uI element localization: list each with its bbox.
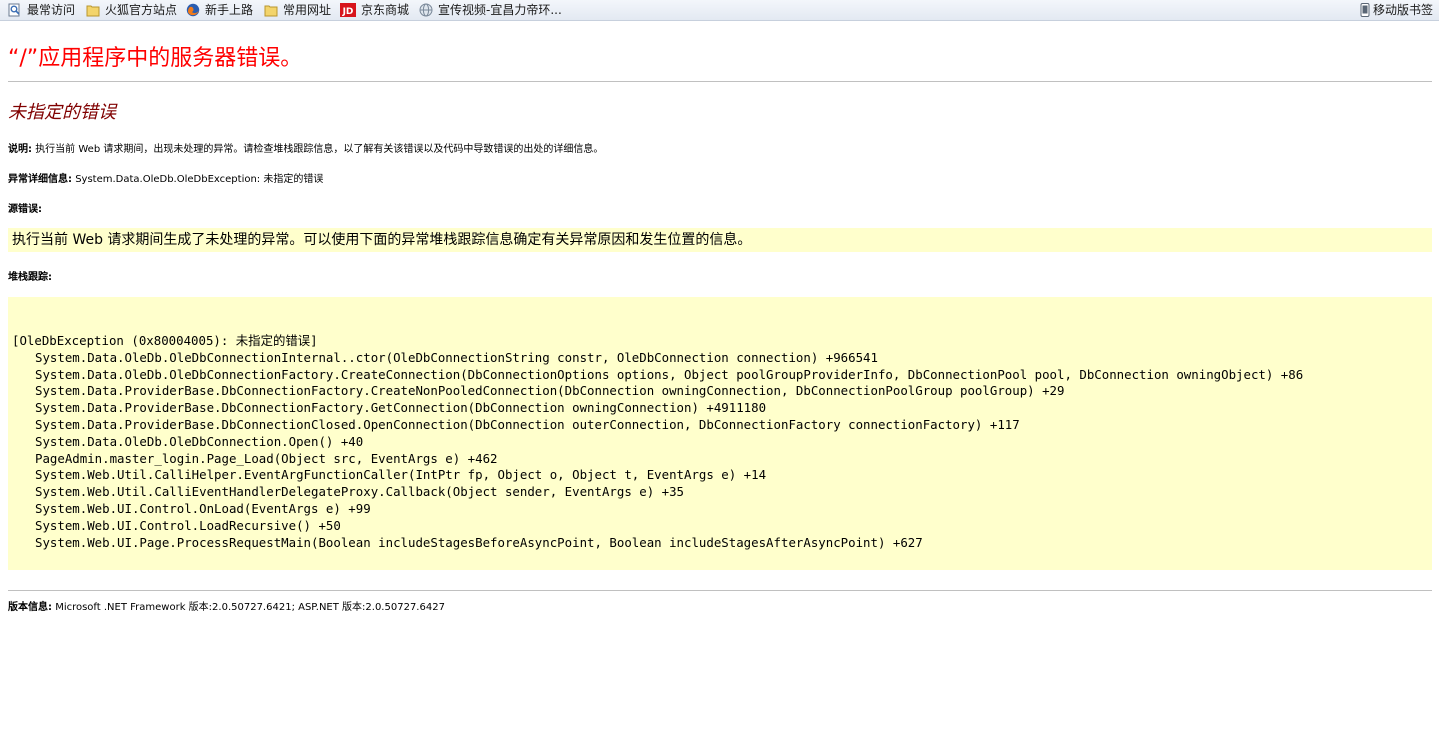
bookmark-label: 火狐官方站点 [105,3,178,17]
stack-trace-label: 堆栈跟踪: [8,272,52,283]
stack-line: System.Data.OleDb.OleDbConnection.Open()… [35,433,364,449]
description-label: 说明: [8,144,32,155]
bookmark-label: 宣传视频-宜昌力帝环... [438,3,562,17]
exception-line: 异常详细信息: System.Data.OleDb.OleDbException… [8,170,323,185]
folder-icon [86,3,100,17]
stack-line: System.Data.ProviderBase.DbConnectionClo… [35,416,1020,432]
stack-line: System.Web.UI.Control.LoadRecursive() +5… [35,517,341,533]
search-page-icon [8,3,22,17]
stack-line: System.Web.Util.CalliHelper.EventArgFunc… [35,467,767,483]
stack-line: System.Web.UI.Page.ProcessRequestMain(Bo… [35,534,923,550]
version-text: Microsoft .NET Framework 版本:2.0.50727.64… [55,602,445,613]
mobile-phone-icon [1360,3,1370,17]
exception-label: 异常详细信息: [8,174,72,185]
bookmarks-bar: 最常访问 火狐官方站点 新手上路 常用网址 JD 京东商城 宣传视频-宜昌力帝环… [0,0,1439,21]
mobile-bookmarks[interactable]: 移动版书签 [1360,1,1433,19]
stack-line: System.Web.UI.Control.OnLoad(EventArgs e… [35,500,371,516]
exception-text: System.Data.OleDb.OleDbException: 未指定的错误 [75,174,324,185]
source-error-box: 执行当前 Web 请求期间生成了未处理的异常。可以使用下面的异常堆栈跟踪信息确定… [8,228,1432,252]
stack-trace-heading: 堆栈跟踪: [8,268,52,283]
bookmark-label: 最常访问 [27,3,76,17]
page-title: “/”应用程序中的服务器错误。 [8,46,303,71]
source-error-heading: 源错误: [8,200,42,215]
version-line: 版本信息: Microsoft .NET Framework 版本:2.0.50… [8,598,445,613]
stack-line: System.Data.OleDb.OleDbConnectionFactory… [35,366,1304,382]
title-divider [8,81,1432,82]
bookmark-label: 常用网址 [283,3,332,17]
error-subtitle: 未指定的错误 [8,102,116,123]
source-error-label: 源错误: [8,204,42,215]
stack-line: System.Data.ProviderBase.DbConnectionFac… [35,383,1065,399]
bookmark-common-sites[interactable]: 常用网址 [264,1,331,19]
bookmark-firefox-official[interactable]: 火狐官方站点 [86,1,177,19]
source-error-text: 执行当前 Web 请求期间生成了未处理的异常。可以使用下面的异常堆栈跟踪信息确定… [12,232,752,248]
svg-text:JD: JD [342,7,354,17]
globe-icon [419,3,433,17]
stack-line: System.Data.ProviderBase.DbConnectionFac… [35,400,767,416]
jd-logo-icon: JD [340,3,356,17]
firefox-icon [186,3,200,17]
mobile-bookmarks-label: 移动版书签 [1372,3,1433,17]
stack-line: System.Web.Util.CalliEventHandlerDelegat… [35,484,685,500]
footer-divider [8,590,1432,591]
description-text: 执行当前 Web 请求期间，出现未处理的异常。请检查堆栈跟踪信息，以了解有关该错… [35,144,604,155]
stack-trace-box: [OleDbException (0x80004005): 未指定的错误] Sy… [8,297,1432,570]
folder-icon [264,3,278,17]
stack-line: PageAdmin.master_login.Page_Load(Object … [35,450,498,466]
bookmark-most-visited[interactable]: 最常访问 [8,1,75,19]
stack-header: [OleDbException (0x80004005): 未指定的错误] [12,333,318,348]
bookmark-jd-mall[interactable]: JD 京东商城 [340,1,409,19]
description-line: 说明: 执行当前 Web 请求期间，出现未处理的异常。请检查堆栈跟踪信息，以了解… [8,140,603,155]
bookmark-label: 京东商城 [361,3,410,17]
bookmark-promo-video[interactable]: 宣传视频-宜昌力帝环... [419,1,562,19]
version-label: 版本信息: [8,602,52,613]
bookmark-getting-started[interactable]: 新手上路 [186,1,253,19]
stack-line: System.Data.OleDb.OleDbConnectionInterna… [35,349,878,365]
bookmark-label: 新手上路 [205,3,254,17]
